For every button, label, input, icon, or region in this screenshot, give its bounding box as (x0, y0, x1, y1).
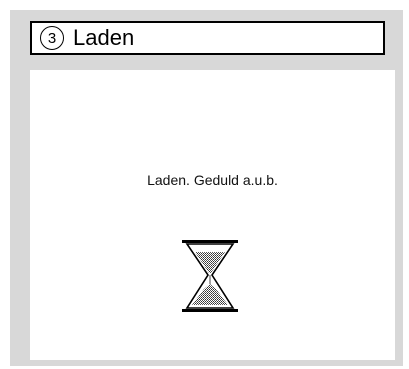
step-number-badge: 3 (40, 26, 64, 50)
step-number: 3 (47, 29, 57, 47)
loading-message: Laden. Geduld a.u.b. (147, 172, 278, 188)
dialog-title: Laden (73, 25, 135, 50)
hourglass-icon (182, 240, 238, 312)
dialog-header: 3 Laden (30, 21, 385, 55)
loading-dialog: 3 Laden Laden. Geduld a.u.b. (10, 10, 403, 366)
dialog-content: Laden. Geduld a.u.b. (30, 70, 395, 360)
